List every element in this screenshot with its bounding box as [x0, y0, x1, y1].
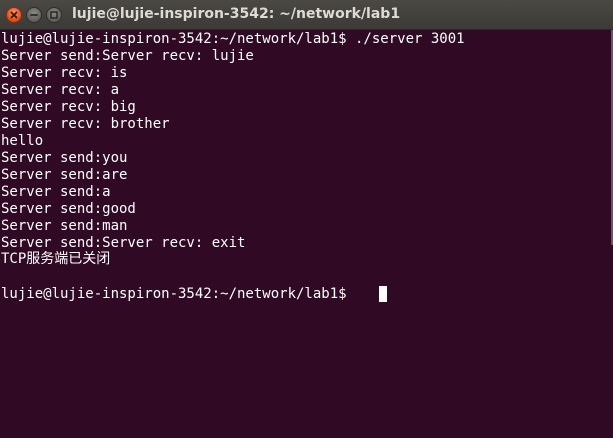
text-cursor [379, 286, 387, 302]
close-icon [10, 11, 18, 19]
terminal-window: lujie@lujie-inspiron-3542: ~/network/lab… [0, 0, 613, 438]
terminal-line: hello [1, 133, 44, 149]
terminal-line: Server recv: is [1, 65, 128, 81]
minimize-button[interactable] [26, 7, 42, 23]
maximize-icon [50, 11, 58, 19]
terminal-line: lujie@lujie-inspiron-3542:~/network/lab1… [1, 31, 465, 47]
terminal-line: Server recv: big [1, 99, 136, 115]
terminal-line: Server send:you [1, 150, 128, 166]
maximize-button[interactable] [46, 7, 62, 23]
terminal-line: Server send:a [1, 184, 111, 200]
terminal-line: Server send:are [1, 167, 128, 183]
terminal-line: TCP服务端已关闭 [1, 251, 111, 267]
window-title: lujie@lujie-inspiron-3542: ~/network/lab… [72, 6, 401, 22]
terminal-line: Server send:Server recv: exit [1, 235, 246, 251]
terminal-line: Server send:man [1, 218, 128, 234]
terminal-output[interactable]: lujie@lujie-inspiron-3542:~/network/lab1… [0, 30, 613, 438]
terminal-line: Server recv: a [1, 82, 120, 98]
close-button[interactable] [6, 7, 22, 23]
terminal-line: Server recv: brother [1, 116, 170, 132]
terminal-prompt: lujie@lujie-inspiron-3542:~/network/lab1… [1, 286, 356, 302]
minimize-icon [30, 14, 38, 16]
terminal-line: Server send:Server recv: lujie [1, 48, 254, 64]
terminal-line: Server send:good [1, 201, 136, 217]
title-bar[interactable]: lujie@lujie-inspiron-3542: ~/network/lab… [0, 0, 613, 30]
